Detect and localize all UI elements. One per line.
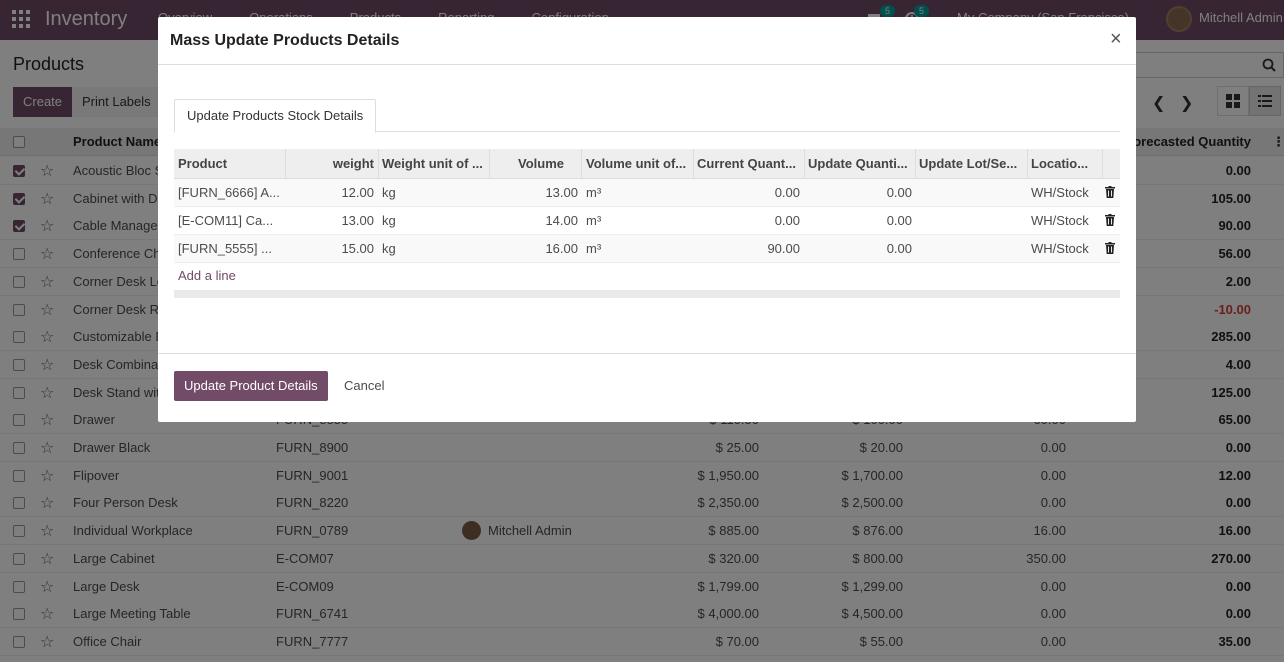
column-header-update-lot-serial[interactable]: Update Lot/Se...: [919, 156, 1023, 171]
volume-cell[interactable]: 13.00: [491, 185, 578, 200]
add-line-link[interactable]: Add a line: [178, 268, 236, 283]
current-quantity-cell[interactable]: 0.00: [697, 185, 800, 200]
column-header-volume-unit[interactable]: Volume unit of...: [586, 156, 690, 171]
weight-unit-cell[interactable]: kg: [382, 213, 485, 228]
column-header-update-quantity[interactable]: Update Quanti...: [808, 156, 912, 171]
weight-unit-cell[interactable]: kg: [382, 185, 485, 200]
modal-footer: Update Product Details Cancel: [158, 353, 1136, 422]
location-cell[interactable]: WH/Stock: [1031, 213, 1093, 228]
column-header-product[interactable]: Product: [178, 156, 283, 171]
table-header: Product weight Weight unit of ... Volume…: [174, 149, 1120, 179]
location-cell[interactable]: WH/Stock: [1031, 185, 1093, 200]
table-row[interactable]: [FURN_5555] ... 15.00 kg 16.00 m³ 90.00 0.00 WH…: [174, 235, 1120, 263]
column-header-weight-unit[interactable]: Weight unit of ...: [382, 156, 485, 171]
product-cell[interactable]: [E-COM11] Ca...: [178, 213, 283, 228]
weight-cell[interactable]: 12.00: [287, 185, 374, 200]
update-quantity-cell[interactable]: 0.00: [808, 241, 912, 256]
weight-cell[interactable]: 13.00: [287, 213, 374, 228]
column-header-current-quantity[interactable]: Current Quant...: [697, 156, 801, 171]
trash-icon[interactable]: [1105, 186, 1115, 198]
column-header-weight[interactable]: weight: [287, 156, 374, 171]
tab-bar: Update Products Stock Details: [174, 99, 1120, 133]
cancel-button[interactable]: Cancel: [334, 371, 394, 401]
weight-cell[interactable]: 15.00: [287, 241, 374, 256]
table-row[interactable]: [E-COM11] Ca... 13.00 kg 14.00 m³ 0.00 0.00 WH/…: [174, 207, 1120, 235]
current-quantity-cell[interactable]: 90.00: [697, 241, 800, 256]
volume-cell[interactable]: 16.00: [491, 241, 578, 256]
trash-icon[interactable]: [1105, 242, 1115, 254]
mass-update-dialog: Mass Update Products Details × Update Pr…: [158, 17, 1136, 422]
update-quantity-cell[interactable]: 0.00: [808, 213, 912, 228]
column-header-location[interactable]: Locatio...: [1031, 156, 1093, 171]
table-row[interactable]: [FURN_6666] A... 12.00 kg 13.00 m³ 0.00 0.00 WH…: [174, 179, 1120, 207]
column-header-volume[interactable]: Volume: [491, 156, 564, 171]
volume-cell[interactable]: 14.00: [491, 213, 578, 228]
volume-unit-cell[interactable]: m³: [586, 213, 690, 228]
current-quantity-cell[interactable]: 0.00: [697, 213, 800, 228]
volume-unit-cell[interactable]: m³: [586, 185, 690, 200]
volume-unit-cell[interactable]: m³: [586, 241, 690, 256]
update-quantity-cell[interactable]: 0.00: [808, 185, 912, 200]
trash-icon[interactable]: [1105, 214, 1115, 226]
modal-title: Mass Update Products Details: [170, 32, 400, 49]
product-cell[interactable]: [FURN_6666] A...: [178, 185, 283, 200]
weight-unit-cell[interactable]: kg: [382, 241, 485, 256]
modal-header: Mass Update Products Details ×: [158, 17, 1136, 65]
update-product-details-button[interactable]: Update Product Details: [174, 371, 328, 401]
tab-update-products-stock-details[interactable]: Update Products Stock Details: [174, 99, 377, 133]
product-cell[interactable]: [FURN_5555] ...: [178, 241, 283, 256]
close-icon[interactable]: ×: [1110, 28, 1122, 51]
location-cell[interactable]: WH/Stock: [1031, 241, 1093, 256]
table-footer: [174, 290, 1120, 298]
